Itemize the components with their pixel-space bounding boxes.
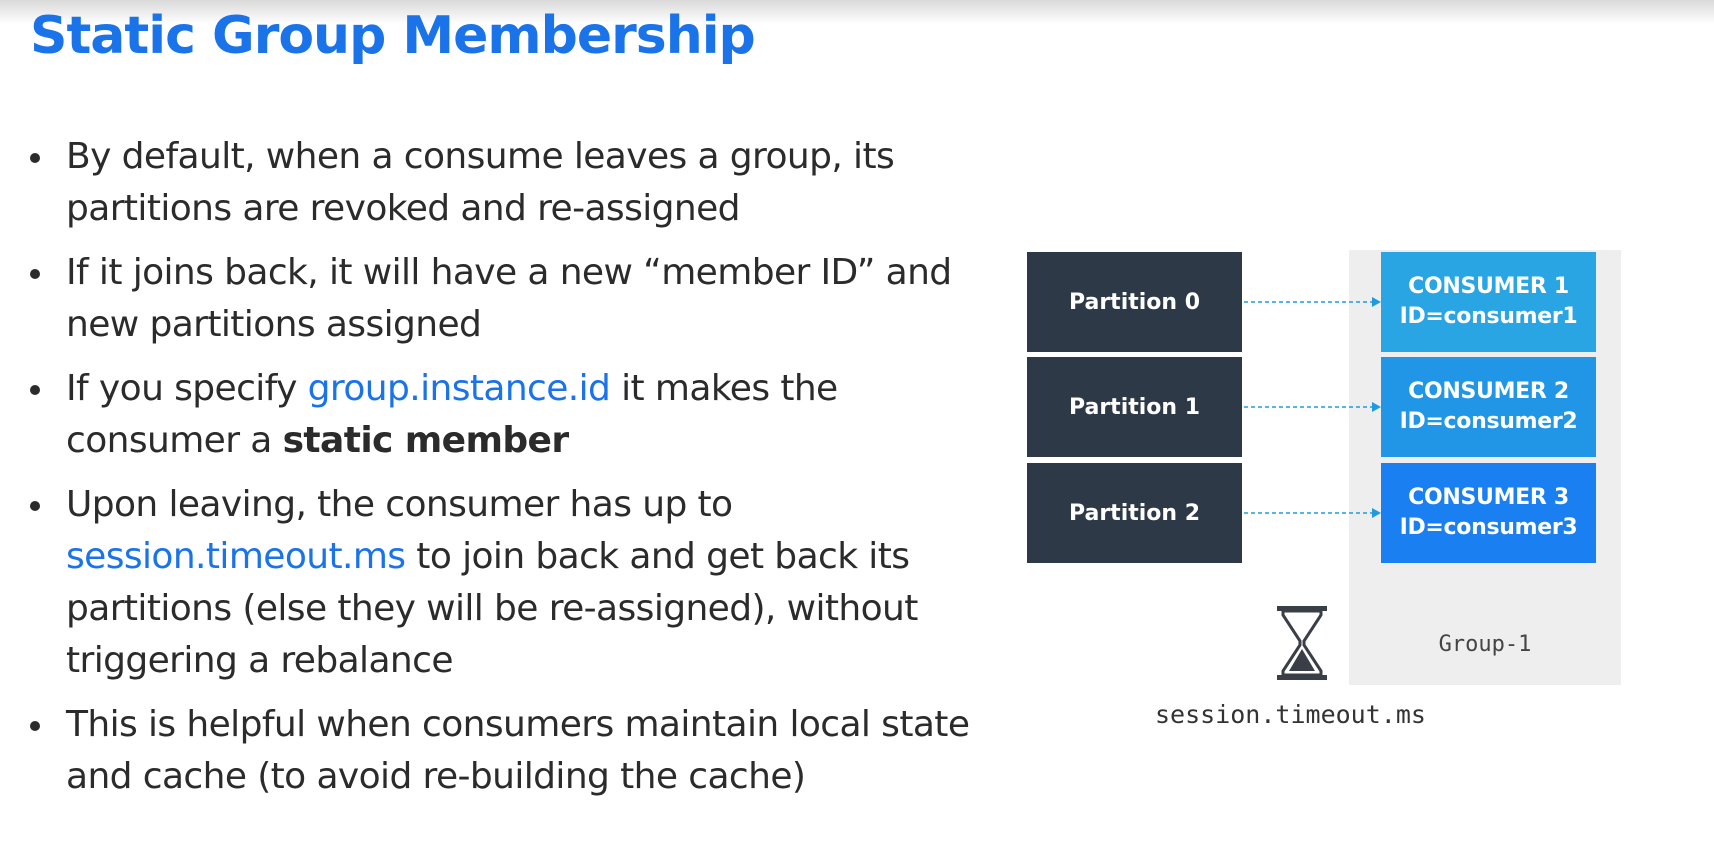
bullet-item: By default, when a consume leaves a grou…: [28, 131, 988, 235]
static-membership-diagram: Group-1 Partition 0 Partition 1 Partitio…: [1020, 245, 1670, 745]
slide-title: Static Group Membership: [30, 6, 756, 66]
static-member-emphasis: static member: [282, 420, 570, 461]
bullet-text: This is helpful when consumers maintain …: [66, 704, 970, 797]
arrow-head-icon: [1372, 402, 1381, 412]
bullet-text: By default, when a consume leaves a grou…: [66, 136, 895, 229]
assignment-arrows: [1244, 297, 1381, 518]
bullet-dot-icon: [30, 269, 40, 279]
bullet-dot-icon: [30, 721, 40, 731]
config-key-session-timeout: session.timeout.ms: [66, 536, 406, 577]
bullet-text-start: Upon leaving, the consumer has up to: [66, 484, 733, 525]
bullet-text-start: If you specify: [66, 368, 308, 409]
bullet-item: If it joins back, it will have a new “me…: [28, 247, 988, 351]
arrow-head-icon: [1372, 508, 1381, 518]
bullet-list: By default, when a consume leaves a grou…: [28, 131, 988, 815]
arrow-head-icon: [1372, 297, 1381, 307]
bullet-item: This is helpful when consumers maintain …: [28, 699, 988, 803]
bullet-text: If it joins back, it will have a new “me…: [66, 252, 952, 345]
bullet-dot-icon: [30, 153, 40, 163]
bullet-dot-icon: [30, 501, 40, 511]
bullet-item: If you specify group.instance.id it make…: [28, 363, 988, 467]
session-timeout-label: session.timeout.ms: [1155, 700, 1426, 729]
hourglass-icon: [1277, 606, 1327, 680]
bullet-item: Upon leaving, the consumer has up to ses…: [28, 479, 988, 687]
config-key-group-instance-id: group.instance.id: [307, 368, 611, 409]
bullet-dot-icon: [30, 385, 40, 395]
